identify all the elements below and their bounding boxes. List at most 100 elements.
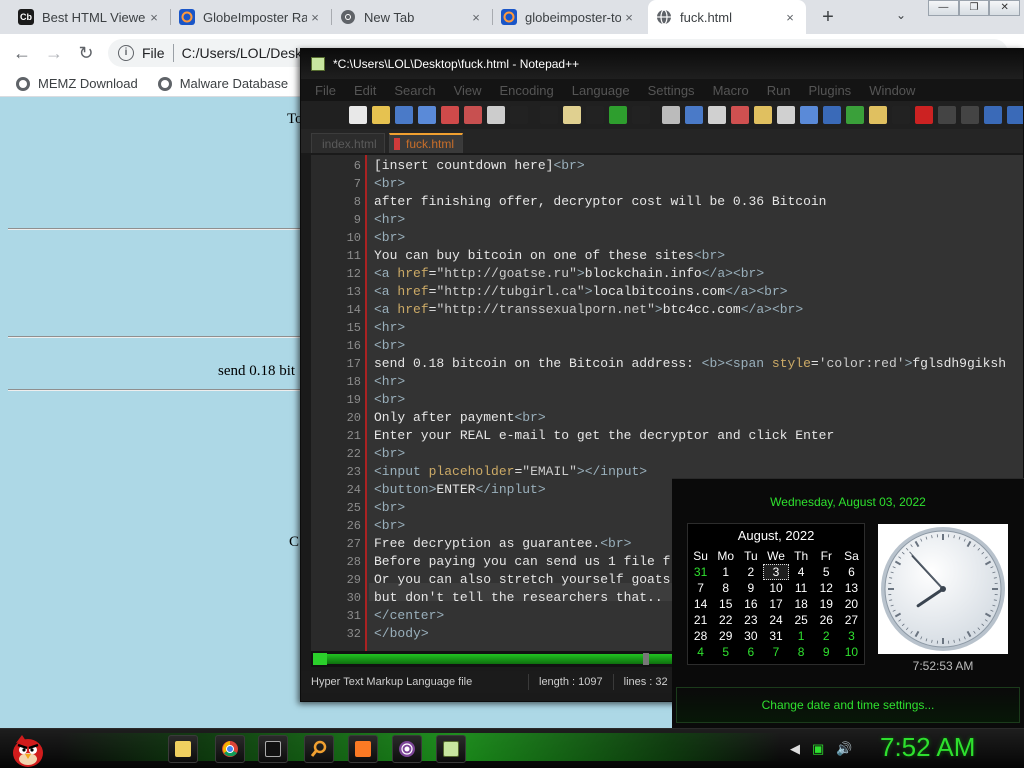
calendar-day[interactable]: 1: [713, 564, 738, 580]
scrollbar-thumb[interactable]: [643, 653, 649, 665]
forward-button[interactable]: →: [42, 41, 66, 65]
code-line[interactable]: Enter your REAL e-mail to get the decryp…: [374, 427, 834, 445]
start-button-angry-bird-icon[interactable]: [8, 729, 48, 768]
menu-edit[interactable]: Edit: [354, 83, 376, 98]
calendar-day-today[interactable]: 3: [763, 564, 789, 580]
menu-plugins[interactable]: Plugins: [809, 83, 852, 98]
copy-icon[interactable]: [540, 106, 558, 124]
notepadpp-icon[interactable]: [436, 735, 466, 763]
menu-window[interactable]: Window: [869, 83, 915, 98]
calendar-day[interactable]: 2: [738, 564, 763, 580]
replace-icon[interactable]: [662, 106, 680, 124]
npp-tab-index[interactable]: index.html: [311, 133, 385, 153]
sync-icon[interactable]: [731, 106, 749, 124]
menu-search[interactable]: Search: [394, 83, 435, 98]
code-line[interactable]: <br>: [374, 175, 405, 193]
reload-button[interactable]: ↻: [74, 41, 98, 65]
redo-icon[interactable]: [609, 106, 627, 124]
change-date-time-settings-link[interactable]: Change date and time settings...: [676, 687, 1020, 723]
record-macro-icon[interactable]: [915, 106, 933, 124]
code-line[interactable]: <hr>: [374, 211, 405, 229]
calendar-day[interactable]: 4: [789, 564, 814, 580]
close-icon[interactable]: ×: [307, 10, 323, 25]
calendar-day[interactable]: 2: [814, 628, 839, 644]
calendar-day[interactable]: 8: [713, 580, 738, 596]
calendar-day[interactable]: 26: [814, 612, 839, 628]
code-line[interactable]: send 0.18 bitcoin on the Bitcoin address…: [374, 355, 1006, 373]
code-line[interactable]: </body>: [374, 625, 429, 643]
close-window-button[interactable]: ✕: [989, 0, 1021, 16]
zoom-in-icon[interactable]: [685, 106, 703, 124]
menu-language[interactable]: Language: [572, 83, 630, 98]
tab-globeimposter[interactable]: GlobeImposter Ra ×: [171, 0, 331, 34]
calendar-day[interactable]: 6: [839, 564, 864, 580]
code-line[interactable]: <hr>: [374, 373, 405, 391]
stop-macro-icon[interactable]: [938, 106, 956, 124]
back-button[interactable]: ←: [10, 41, 34, 65]
flyout-long-date[interactable]: Wednesday, August 03, 2022: [672, 495, 1024, 509]
npp-tab-fuck[interactable]: fuck.html: [389, 133, 463, 153]
code-line[interactable]: <a href="http://tubgirl.ca">localbitcoin…: [374, 283, 788, 301]
speaker-icon[interactable]: ◀: [790, 741, 800, 757]
doc-map-icon[interactable]: [846, 106, 864, 124]
calendar-day[interactable]: 14: [688, 596, 713, 612]
calendar-day[interactable]: 30: [738, 628, 763, 644]
code-line[interactable]: <br>: [374, 337, 405, 355]
close-icon[interactable]: ×: [782, 10, 798, 25]
code-line[interactable]: Free decryption as guarantee.<br>: [374, 535, 631, 553]
calendar-day[interactable]: 3: [839, 628, 864, 644]
close-all-icon[interactable]: [464, 106, 482, 124]
calendar-day[interactable]: 18: [789, 596, 814, 612]
calendar-day[interactable]: 21: [688, 612, 713, 628]
new-file-icon[interactable]: [349, 106, 367, 124]
folder-workspace-icon[interactable]: [892, 106, 910, 124]
calendar-day[interactable]: 31: [763, 628, 788, 644]
calendar-day[interactable]: 6: [738, 644, 763, 660]
code-line[interactable]: <hr>: [374, 319, 405, 337]
calendar-day[interactable]: 28: [688, 628, 713, 644]
calendar-day[interactable]: 31: [688, 564, 713, 580]
menu-view[interactable]: View: [454, 83, 482, 98]
calendar-day[interactable]: 27: [839, 612, 864, 628]
find-icon[interactable]: [632, 106, 650, 124]
zoom-out-icon[interactable]: [708, 106, 726, 124]
menu-macro[interactable]: Macro: [713, 83, 749, 98]
tab-best-html-viewer[interactable]: Cb Best HTML Viewer ×: [10, 0, 170, 34]
code-line[interactable]: <a href="http://goatse.ru">blockchain.in…: [374, 265, 764, 283]
code-line[interactable]: <br>: [374, 391, 405, 409]
restore-button[interactable]: ❐: [958, 0, 990, 16]
calendar-day[interactable]: 5: [713, 644, 738, 660]
menu-encoding[interactable]: Encoding: [500, 83, 554, 98]
cut-icon[interactable]: [510, 106, 528, 124]
guide-icon[interactable]: [823, 106, 841, 124]
calendar-day[interactable]: 17: [763, 596, 788, 612]
calendar-day[interactable]: 1: [789, 628, 814, 644]
code-line[interactable]: Only after payment<br>: [374, 409, 546, 427]
calendar-day[interactable]: 13: [839, 580, 864, 596]
undo-icon[interactable]: [586, 106, 604, 124]
new-tab-button[interactable]: +: [818, 6, 838, 28]
calendar-month-header[interactable]: August, 2022: [688, 524, 864, 548]
calendar-day[interactable]: 4: [688, 644, 713, 660]
calendar-day[interactable]: 22: [713, 612, 738, 628]
code-line[interactable]: Before paying you can send us 1 file f: [374, 553, 670, 571]
print-icon[interactable]: [487, 106, 505, 124]
npp-title-bar[interactable]: *C:\Users\LOL\Desktop\fuck.html - Notepa…: [301, 49, 1023, 79]
menu-file[interactable]: File: [315, 83, 336, 98]
cmd-icon[interactable]: [258, 735, 288, 763]
code-line[interactable]: <br>: [374, 229, 405, 247]
menu-run[interactable]: Run: [767, 83, 791, 98]
save-icon[interactable]: [395, 106, 413, 124]
close-icon[interactable]: ×: [621, 10, 637, 25]
open-file-icon[interactable]: [372, 106, 390, 124]
explorer-icon[interactable]: [168, 735, 198, 763]
calendar-day[interactable]: 25: [789, 612, 814, 628]
calendar-day[interactable]: 16: [738, 596, 763, 612]
calendar-day[interactable]: 10: [839, 644, 864, 660]
calendar-day[interactable]: 7: [763, 644, 788, 660]
close-icon[interactable]: ×: [146, 10, 162, 25]
calendar-day[interactable]: 24: [763, 612, 788, 628]
code-line[interactable]: Or you can also stretch yourself goats: [374, 571, 670, 589]
calendar-day[interactable]: 9: [738, 580, 763, 596]
calendar-day[interactable]: 19: [814, 596, 839, 612]
